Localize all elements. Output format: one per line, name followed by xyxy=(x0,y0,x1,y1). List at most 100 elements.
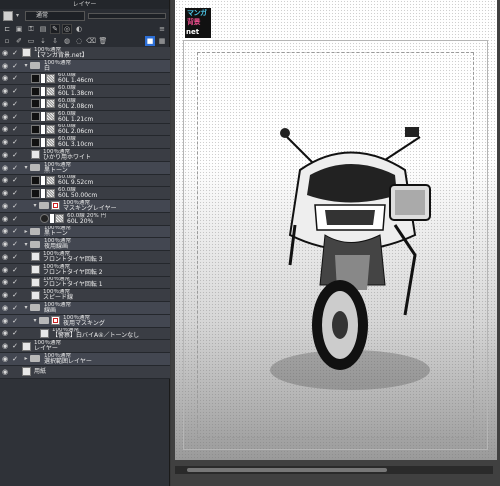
chevron-down-icon[interactable]: ▾ xyxy=(22,241,30,248)
eye-icon[interactable]: ◉ xyxy=(0,353,10,365)
eye-icon[interactable]: ◉ xyxy=(0,136,10,148)
check-icon[interactable]: ✓ xyxy=(10,111,20,123)
layer-thumbnail[interactable] xyxy=(31,124,40,134)
layer-row[interactable]: ◉ 用紙 xyxy=(0,365,170,379)
mask-thumbnail[interactable] xyxy=(41,112,45,122)
apply-mask-icon[interactable]: ◌ xyxy=(74,36,84,46)
layer-row[interactable]: ◉ ✓ 100％通常 【マンガ背景.net】 xyxy=(0,47,170,60)
mask-thumbnail[interactable] xyxy=(41,99,45,109)
layer-thumbnail[interactable] xyxy=(31,86,40,96)
check-icon[interactable]: ✓ xyxy=(10,264,20,276)
layer-row[interactable]: ◉ ✓ 60.0線 60L 50.00cm xyxy=(0,187,170,200)
layer-row[interactable]: ◉ ✓ 60.0線 60L 2.06cm xyxy=(0,123,170,137)
eye-icon[interactable]: ◉ xyxy=(0,238,10,250)
layer-row[interactable]: ◉ ✓ 60.0線 60L 9.52cm xyxy=(0,174,170,188)
eye-icon[interactable]: ◉ xyxy=(0,277,10,289)
layer-thumbnail[interactable] xyxy=(31,112,40,122)
layer-thumbnail[interactable] xyxy=(31,137,40,147)
check-icon[interactable]: ✓ xyxy=(10,213,20,225)
check-icon[interactable]: ✓ xyxy=(10,200,20,212)
layer-folder-row[interactable]: ◉ ✓ ▸ 100％通常 黒トーン xyxy=(0,225,170,239)
eye-icon[interactable]: ◉ xyxy=(0,213,10,225)
layer-thumbnail[interactable] xyxy=(31,175,40,185)
mask-thumbnail[interactable] xyxy=(50,214,54,224)
check-icon[interactable]: ✓ xyxy=(10,162,20,174)
layer-thumbnail[interactable] xyxy=(40,328,49,338)
layer-thumbnail[interactable] xyxy=(31,188,40,198)
mask-thumbnail[interactable] xyxy=(41,175,45,185)
layer-thumbnail[interactable] xyxy=(31,252,40,262)
layer-folder-row[interactable]: ◉ ✓ ▾ 100％通常白 xyxy=(0,59,170,73)
layer-thumbnail[interactable] xyxy=(31,99,40,109)
check-icon[interactable]: ✓ xyxy=(10,226,20,238)
eye-icon[interactable]: ◉ xyxy=(0,73,10,85)
layer-row[interactable]: ◉ ✓ 60.0線 60L 1.21cm xyxy=(0,110,170,124)
layer-thumbnail[interactable] xyxy=(22,367,31,377)
mask-thumbnail[interactable] xyxy=(51,201,60,211)
check-icon[interactable]: ✓ xyxy=(10,277,20,289)
layer-thumbnail[interactable] xyxy=(31,290,40,300)
layer-thumbnail[interactable] xyxy=(22,48,31,58)
lock-icon[interactable]: ⚿ xyxy=(26,24,36,34)
check-icon[interactable]: ✓ xyxy=(10,315,20,327)
draft-icon[interactable]: ✎ xyxy=(50,24,60,34)
chevron-down-icon[interactable]: ▾ xyxy=(31,317,39,324)
mask-thumbnail[interactable] xyxy=(41,73,45,83)
eye-icon[interactable]: ◉ xyxy=(0,85,10,97)
chevron-down-icon[interactable]: ▾ xyxy=(22,164,30,171)
scrollbar-thumb[interactable] xyxy=(187,468,387,472)
layer-row[interactable]: ◉ ✓ 60.0線 60L 3.10cm xyxy=(0,136,170,149)
horizontal-scrollbar[interactable] xyxy=(175,466,493,474)
mask-thumbnail[interactable] xyxy=(41,124,45,134)
check-icon[interactable]: ✓ xyxy=(10,85,20,97)
eye-icon[interactable]: ◉ xyxy=(0,60,10,72)
eye-icon[interactable]: ◉ xyxy=(0,315,10,327)
eye-icon[interactable]: ◉ xyxy=(0,289,10,301)
trash-icon[interactable]: 🗑 xyxy=(98,36,108,46)
layer-folder-row[interactable]: ◉ ✓ ▾ 100％通常 線画 xyxy=(0,302,170,315)
layer-row[interactable]: ◉ ✓ 100％通常 ひかり用ホワイト xyxy=(0,149,170,162)
check-icon[interactable]: ✓ xyxy=(10,251,20,263)
check-icon[interactable]: ✓ xyxy=(10,289,20,301)
layer-thumbnail[interactable] xyxy=(22,341,31,351)
layer-folder-row[interactable]: ◉ ✓ ▾ 100％通常 夜用線画 xyxy=(0,238,170,251)
new-folder-icon[interactable]: ▭ xyxy=(26,36,36,46)
layer-row[interactable]: ◉ ✓ 100％通常 スピード線 xyxy=(0,289,170,302)
layer-color-icon[interactable]: ■ xyxy=(145,36,155,46)
eye-icon[interactable]: ◉ xyxy=(0,175,10,187)
layer-thumbnail[interactable] xyxy=(40,214,49,224)
layer-folder-row[interactable]: ◉ ✓ ▾ 100％通常 黒トーン xyxy=(0,161,170,175)
layer-color-swatch[interactable] xyxy=(3,11,13,21)
eye-icon[interactable]: ◉ xyxy=(0,98,10,110)
layer-thumbnail[interactable] xyxy=(31,150,40,160)
check-icon[interactable] xyxy=(10,366,20,378)
eye-icon[interactable]: ◉ xyxy=(0,111,10,123)
check-icon[interactable]: ✓ xyxy=(10,60,20,72)
layer-thumbnail[interactable] xyxy=(31,265,40,275)
chevron-down-icon[interactable]: ▾ xyxy=(31,202,39,209)
eye-icon[interactable]: ◉ xyxy=(0,47,10,59)
eye-icon[interactable]: ◉ xyxy=(0,328,10,340)
layer-row[interactable]: ◉ ✓ 60.0線 20% 円 60L 20% xyxy=(0,212,170,226)
layer-folder-row[interactable]: ◉ ✓ ▸ 100％通常 選択範囲レイヤー xyxy=(0,353,170,366)
layer-row[interactable]: ◉ ✓ 60.0線 60L 1.38cm xyxy=(0,85,170,98)
eye-icon[interactable]: ◉ xyxy=(0,200,10,212)
transfer-icon[interactable]: ⇣ xyxy=(38,36,48,46)
layer-row[interactable]: ◉ ✓ 100％通常 【警察】白バイA④／トーンなし xyxy=(0,327,170,341)
layer-row[interactable]: ◉ ✓ 100％通常 レイヤー xyxy=(0,340,170,353)
check-icon[interactable]: ✓ xyxy=(10,175,20,187)
chevron-down-icon[interactable]: ▾ xyxy=(22,62,30,69)
mask-thumbnail[interactable] xyxy=(41,86,45,96)
check-icon[interactable]: ✓ xyxy=(10,353,20,365)
panel-settings-icon[interactable]: ▦ xyxy=(157,36,167,46)
check-icon[interactable]: ✓ xyxy=(10,149,20,161)
eye-icon[interactable]: ◉ xyxy=(0,226,10,238)
layer-thumbnail[interactable] xyxy=(31,73,40,83)
new-raster-icon[interactable]: ▫ xyxy=(2,36,12,46)
check-icon[interactable]: ✓ xyxy=(10,136,20,148)
layer-row[interactable]: ◉ ✓ 60.0線 60L 2.08cm xyxy=(0,98,170,111)
eye-icon[interactable]: ◉ xyxy=(0,264,10,276)
blend-mode-select[interactable]: 通常 xyxy=(25,11,85,21)
chevron-right-icon[interactable]: ▸ xyxy=(22,355,30,362)
eye-icon[interactable]: ◉ xyxy=(0,124,10,136)
